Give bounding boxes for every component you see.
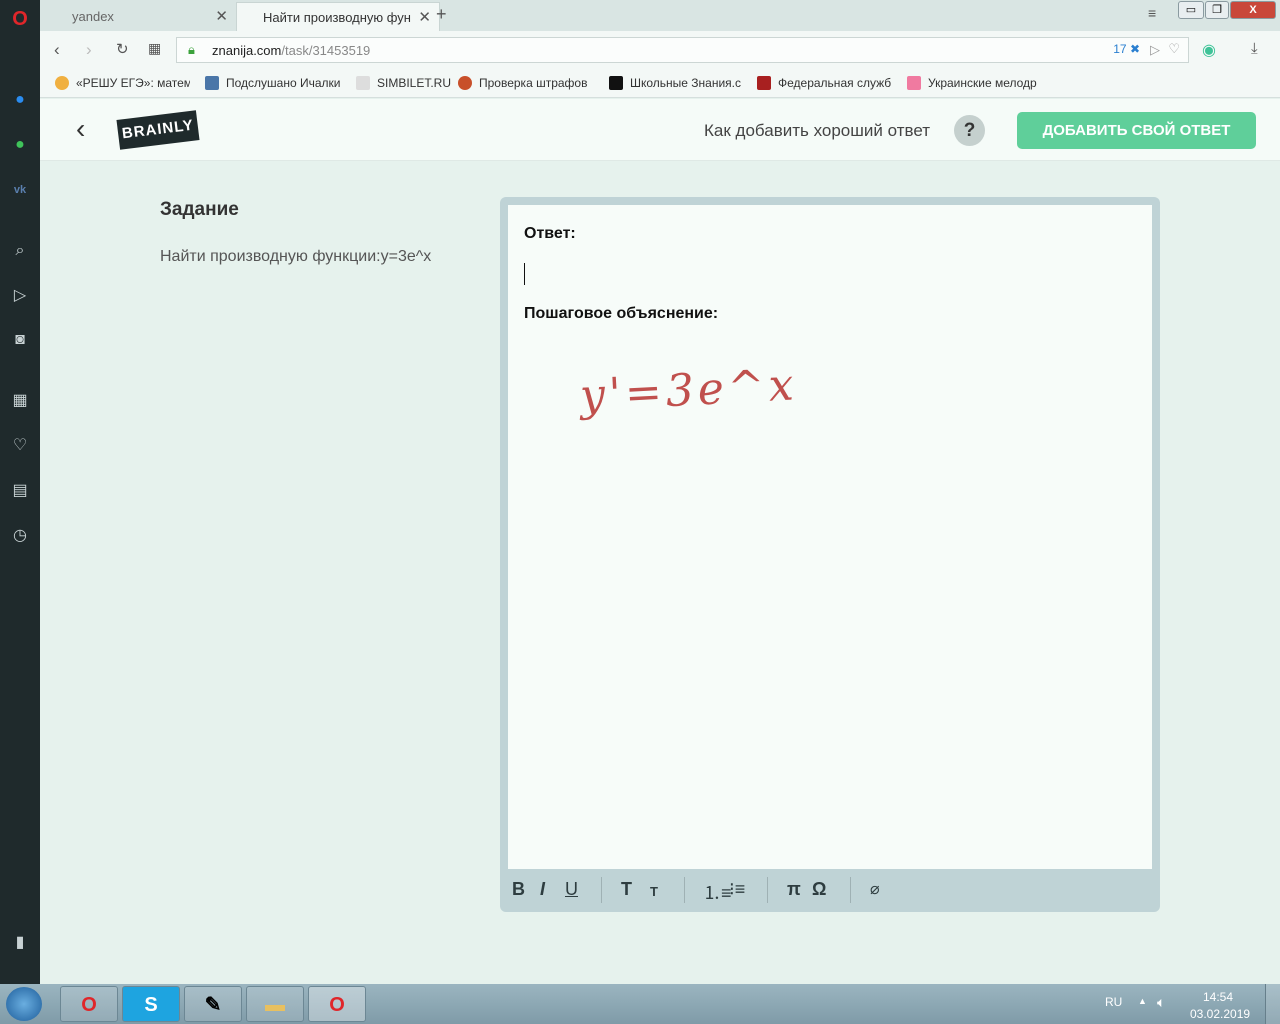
tab-menu-icon[interactable]: ≡ xyxy=(1148,5,1156,21)
heading-large-button[interactable]: T xyxy=(621,879,632,900)
bookmark[interactable]: Проверка штрафов xyxy=(458,76,588,90)
toolbar-divider xyxy=(850,877,851,903)
bookmark[interactable]: Школьные Знания.c xyxy=(609,76,744,90)
vpn-icon[interactable]: ◉ xyxy=(1202,40,1216,60)
bookmark[interactable]: SIMBILET.RU xyxy=(356,76,451,90)
add-answer-button[interactable]: ДОБАВИТЬ СВОЙ ОТВЕТ xyxy=(1017,112,1256,149)
close-window-button[interactable]: X xyxy=(1230,1,1276,19)
tab-label: Найти производную фун xyxy=(263,10,411,25)
close-tab-icon[interactable]: ✕ xyxy=(215,7,228,25)
speed-dial-icon[interactable]: ▦ xyxy=(9,390,31,412)
url-path: /task/31453519 xyxy=(281,43,371,58)
bookmark[interactable]: Подслушано Ичалки xyxy=(205,76,340,90)
back-icon[interactable]: ‹ xyxy=(54,40,60,60)
opera-sidebar: O ● ● vk ⌕ ▷ ◙ ▦ ♡ ▤ ◷ ▮ xyxy=(0,0,40,984)
news-icon[interactable]: ▤ xyxy=(9,480,31,502)
task-text: Найти производную функции:y=3e^x xyxy=(160,248,432,265)
italic-button[interactable]: I xyxy=(540,879,545,900)
close-tab-icon[interactable]: ✕ xyxy=(418,8,431,26)
toolbar-divider xyxy=(767,877,768,903)
taskbar-paint[interactable]: ✎ xyxy=(184,986,242,1022)
tab-active[interactable]: Найти производную фун ✕ xyxy=(236,2,440,31)
editor-text-area[interactable]: Ответ: Пошаговое объяснение: y'=3e^x xyxy=(508,205,1152,869)
sidebar-toggle-icon[interactable]: ▮ xyxy=(9,932,31,954)
attachment-icon[interactable]: ⌀ xyxy=(870,879,880,899)
heading-small-button[interactable]: T xyxy=(650,884,658,899)
answer-editor: Ответ: Пошаговое объяснение: y'=3e^x B I… xyxy=(500,197,1160,912)
handwritten-formula: y'=3e^x xyxy=(578,359,799,422)
bookmarks-bar: «РЕШУ ЕГЭ»: матема Подслушано Ичалки SIM… xyxy=(40,69,1280,98)
bookmark-heart-icon[interactable]: ♡ xyxy=(1168,41,1180,57)
address-bar[interactable]: 🔒︎ znanija.com/task/31453519 17 ✖ ▷ ♡ xyxy=(176,37,1189,63)
bookmark[interactable]: Федеральная служб xyxy=(757,76,894,90)
text-caret xyxy=(524,263,525,285)
how-to-answer-link[interactable]: Как добавить хороший ответ xyxy=(704,121,930,141)
clock-time[interactable]: 14:54 xyxy=(1203,990,1233,1004)
bookmark[interactable]: Украинские мелодр xyxy=(907,76,1044,90)
clock-date[interactable]: 03.02.2019 xyxy=(1190,1007,1250,1021)
show-desktop-button[interactable] xyxy=(1265,984,1280,1024)
pi-button[interactable]: π xyxy=(787,879,801,900)
whatsapp-icon[interactable]: ● xyxy=(9,134,31,156)
messenger-icon[interactable]: ● xyxy=(9,89,31,111)
opera-menu-icon[interactable]: O xyxy=(9,8,31,30)
send-icon[interactable]: ▷ xyxy=(9,285,31,307)
camera-icon[interactable]: ◙ xyxy=(9,329,31,351)
download-icon[interactable]: ⤓ xyxy=(1251,40,1258,57)
toolbar-divider xyxy=(601,877,602,903)
tab-label: yandex xyxy=(72,9,114,24)
omega-button[interactable]: Ω xyxy=(812,879,826,900)
back-arrow-icon[interactable]: ‹ xyxy=(76,113,85,145)
windows-taskbar: O S ✎ ▬ O RU ▲ 🔈︎ 14:54 03.02.2019 xyxy=(0,984,1280,1024)
search-icon[interactable]: ⌕ xyxy=(9,240,31,262)
bullet-list-icon[interactable]: ⁝≡ xyxy=(729,879,745,900)
minimize-button[interactable]: ▭ xyxy=(1178,1,1204,19)
taskbar-opera-active[interactable]: O xyxy=(308,986,366,1022)
lock-icon: 🔒︎ xyxy=(188,42,195,57)
editor-toolbar: B I U T T ⒈≡ ⁝≡ π Ω ⌀ xyxy=(500,869,1160,912)
url-host: znanija.com xyxy=(212,43,282,58)
toolbar-divider xyxy=(684,877,685,903)
tab-yandex[interactable]: yandex ✕ xyxy=(46,2,236,31)
history-icon[interactable]: ◷ xyxy=(9,525,31,547)
tray-expand-icon[interactable]: ▲ xyxy=(1138,996,1147,1006)
adblock-count: 17 xyxy=(1113,42,1127,56)
ordered-list-icon[interactable]: ⒈≡ xyxy=(703,879,732,905)
answer-label: Ответ: xyxy=(524,225,576,242)
task-heading: Задание xyxy=(160,199,239,220)
help-button[interactable]: ? xyxy=(954,115,985,146)
page-header: ‹ BRAINLY Как добавить хороший ответ ? Д… xyxy=(40,99,1280,161)
bookmark[interactable]: «РЕШУ ЕГЭ»: матема xyxy=(55,76,190,90)
volume-icon[interactable]: 🔈︎ xyxy=(1157,994,1165,1011)
language-indicator[interactable]: RU xyxy=(1105,995,1122,1009)
underline-button[interactable]: U xyxy=(565,879,578,900)
new-tab-icon[interactable]: + xyxy=(436,4,447,25)
adblock-badge[interactable]: 17 ✖ xyxy=(1113,42,1140,56)
tabs-grid-icon[interactable]: ▦ xyxy=(148,40,161,57)
reload-icon[interactable]: ↻ xyxy=(116,40,129,58)
navigation-bar: ‹ › ↻ ▦ 🔒︎ znanija.com/task/31453519 17 … xyxy=(40,31,1280,69)
tab-strip: yandex ✕ Найти производную фун ✕ + ≡ ▭ ❐ X xyxy=(40,0,1280,31)
explanation-label: Пошаговое объяснение: xyxy=(524,305,719,322)
start-button[interactable] xyxy=(6,987,42,1021)
vk-icon[interactable]: vk xyxy=(9,179,31,201)
forward-icon[interactable]: › xyxy=(86,40,92,60)
taskbar-opera[interactable]: O xyxy=(60,986,118,1022)
taskbar-explorer[interactable]: ▬ xyxy=(246,986,304,1022)
heart-icon[interactable]: ♡ xyxy=(9,435,31,457)
taskbar-skype[interactable]: S xyxy=(122,986,180,1022)
maximize-button[interactable]: ❐ xyxy=(1205,1,1229,19)
brainly-logo[interactable]: BRAINLY xyxy=(116,110,200,150)
send-icon[interactable]: ▷ xyxy=(1150,42,1160,58)
bold-button[interactable]: B xyxy=(512,879,525,900)
